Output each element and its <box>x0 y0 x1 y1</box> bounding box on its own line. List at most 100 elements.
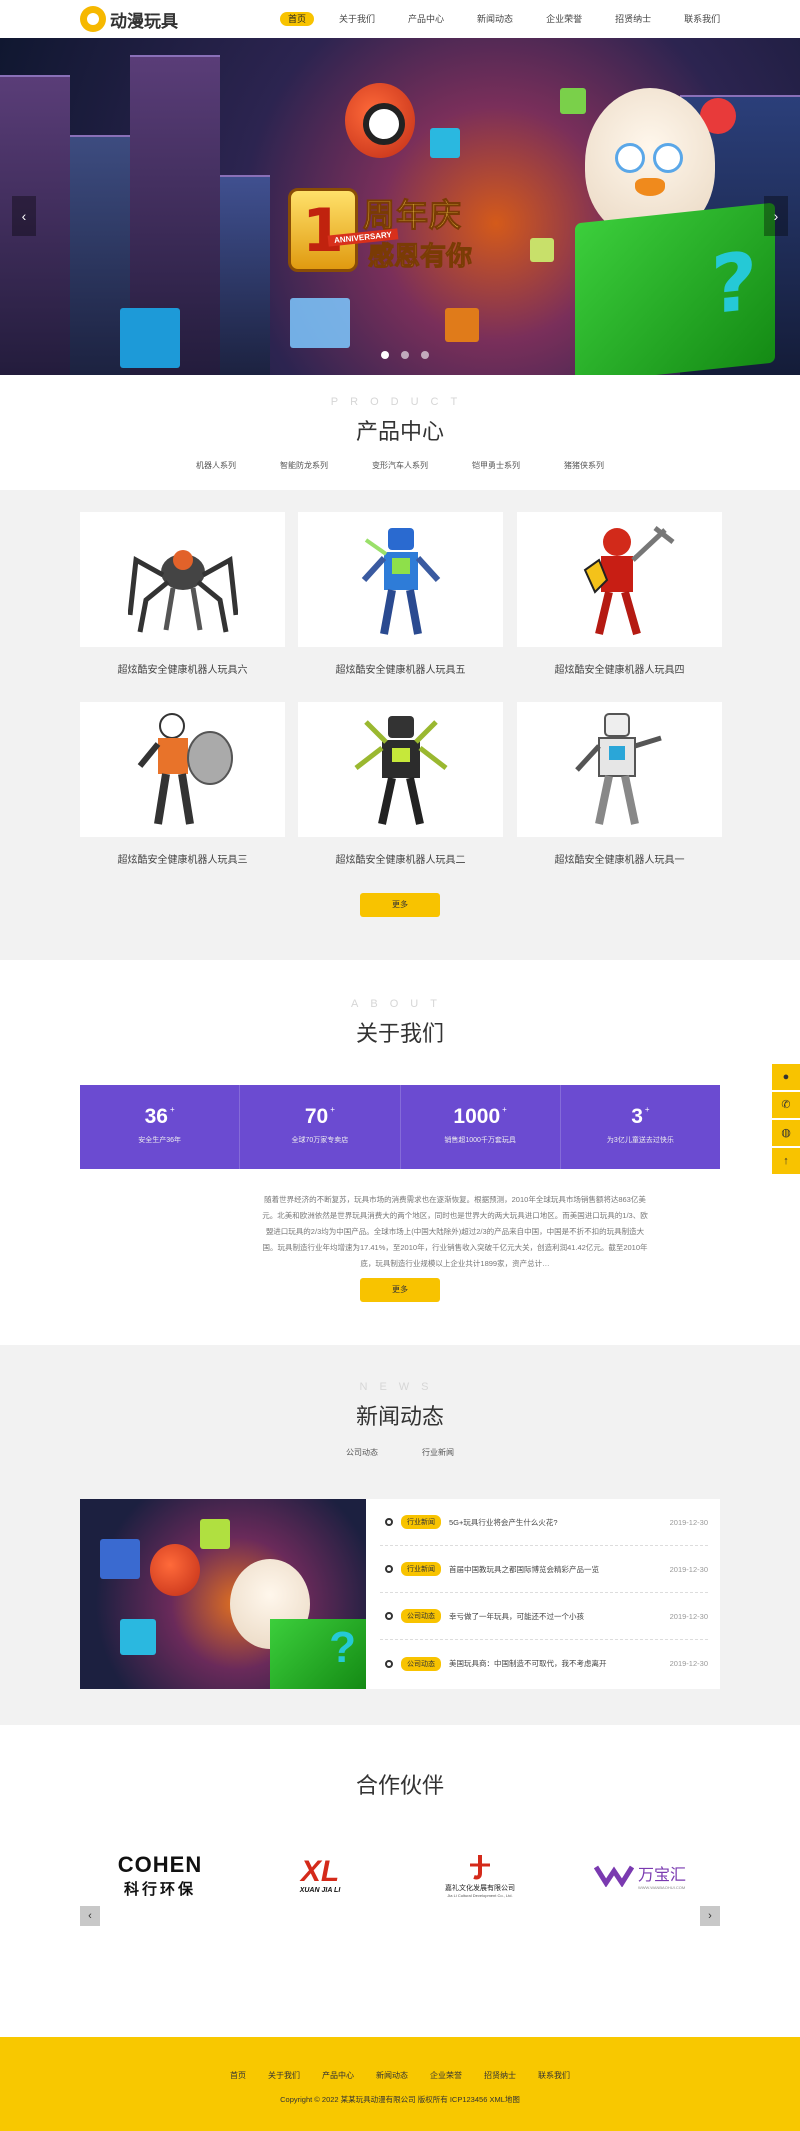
footer-nav-honor[interactable]: 企业荣誉 <box>430 2070 462 2081</box>
partner-name: COHEN <box>117 1851 203 1877</box>
nav-about[interactable]: 关于我们 <box>331 12 383 26</box>
news-list-item[interactable]: 公司动态 幸亏做了一年玩具，可能还不过一个小孩 2019-12-30 <box>380 1593 708 1640</box>
bullet-icon <box>385 1518 393 1526</box>
phone-icon[interactable]: ✆ <box>772 1092 800 1118</box>
qq-icon[interactable]: ● <box>772 1064 800 1090</box>
banner-dot[interactable] <box>381 351 389 359</box>
bullet-icon <box>385 1565 393 1573</box>
nav-contact[interactable]: 联系我们 <box>676 12 728 26</box>
stat-suffix: + <box>169 1105 175 1114</box>
news-title[interactable]: 5G+玩具行业将会产生什么火花? <box>449 1517 662 1528</box>
logo[interactable]: 动漫玩具 <box>80 5 178 33</box>
stat-suffix: + <box>502 1105 507 1114</box>
cube-shape <box>120 1619 156 1655</box>
tab-robot-series[interactable]: 机器人系列 <box>196 460 236 471</box>
nav-products[interactable]: 产品中心 <box>400 12 452 26</box>
product-title[interactable]: 超炫酷安全健康机器人玩具一 <box>517 851 722 866</box>
product-image <box>517 512 722 647</box>
footer-nav-products[interactable]: 产品中心 <box>322 2070 354 2081</box>
news-section-title: 新闻动态 <box>355 1404 444 1429</box>
tab-dragon-series[interactable]: 智能防龙系列 <box>280 460 328 471</box>
cube-shape <box>100 1539 140 1579</box>
stat-label: 安全生产36年 <box>138 1137 182 1144</box>
footer-nav-news[interactable]: 新闻动态 <box>376 2070 408 2081</box>
footer-nav-home[interactable]: 首页 <box>230 2070 246 2081</box>
product-title[interactable]: 超炫酷安全健康机器人玩具四 <box>517 661 722 676</box>
side-float-toolbar: ● ✆ ◍ ↑ <box>772 1064 800 1176</box>
bullet-icon <box>385 1659 393 1668</box>
news-title[interactable]: 首届中国教玩具之都国际博览会精彩产品一览 <box>449 1564 662 1575</box>
footer-nav-about[interactable]: 关于我们 <box>268 2070 300 2081</box>
partner-logo-jiali[interactable]: 嘉礼文化发展有限公司 Jia Li Cultural Development C… <box>420 1840 540 1910</box>
footer-nav-jobs[interactable]: 招贤纳士 <box>484 2070 516 2081</box>
banner-dot[interactable] <box>401 351 409 359</box>
partner-logo-xuanjiali[interactable]: XL XUAN JIA LI <box>260 1840 380 1910</box>
footer-nav-contact[interactable]: 联系我们 <box>538 2070 570 2081</box>
partner-prev-arrow-icon[interactable]: ‹ <box>80 1906 100 1926</box>
about-section-en: ABOUT <box>351 998 449 1010</box>
stat-label: 为3亿儿童送去过快乐 <box>606 1137 674 1144</box>
news-section-en: NEWS <box>359 1381 441 1393</box>
beak-shape <box>635 178 665 196</box>
product-card[interactable]: 超炫酷安全健康机器人玩具四 <box>517 512 722 676</box>
about-section-title: 关于我们 <box>355 1021 444 1046</box>
tab-company-news[interactable]: 公司动态 <box>346 1447 378 1458</box>
banner-prev-arrow-icon[interactable]: ‹ <box>12 196 36 236</box>
anniversary-number: 1 <box>288 188 358 272</box>
stat-item: 70 + 全球70万家专卖店 <box>240 1085 401 1169</box>
logo-text: 动漫玩具 <box>110 11 178 32</box>
tab-pig-series[interactable]: 猪猪侠系列 <box>564 460 604 471</box>
product-title[interactable]: 超炫酷安全健康机器人玩具五 <box>298 661 503 676</box>
back-to-top-icon[interactable]: ↑ <box>772 1148 800 1174</box>
question-mark-icon: ? <box>710 234 757 333</box>
partner-logo-cohen[interactable]: COHEN 科行环保 <box>100 1840 220 1910</box>
product-card[interactable]: 超炫酷安全健康机器人玩具一 <box>517 702 722 866</box>
product-title[interactable]: 超炫酷安全健康机器人玩具二 <box>298 851 503 866</box>
product-card[interactable]: 超炫酷安全健康机器人玩具五 <box>298 512 503 676</box>
tab-armor-series[interactable]: 铠甲勇士系列 <box>472 460 520 471</box>
partners-section-title: 合作伙伴 <box>355 1773 444 1798</box>
news-list-item[interactable]: 行业新闻 5G+玩具行业将会产生什么火花? 2019-12-30 <box>380 1499 708 1546</box>
product-title[interactable]: 超炫酷安全健康机器人玩具六 <box>80 661 285 676</box>
nav-news[interactable]: 新闻动态 <box>469 12 521 26</box>
jiali-logo-icon <box>470 1854 490 1879</box>
logo-icon <box>80 6 106 32</box>
cube-shape <box>120 308 180 368</box>
partner-carousel: COHEN 科行环保 XL XUAN JIA LI 嘉礼文化发展有限公司 Jia… <box>80 1840 720 1910</box>
cube-shape <box>445 308 479 342</box>
news-list-item[interactable]: 公司动态 美国玩具商：中国制造不可取代，我不考虑离开 2019-12-30 <box>380 1640 708 1687</box>
site-header: 动漫玩具 首页 关于我们 产品中心 新闻动态 企业荣誉 招贤纳士 联系我们 <box>0 0 800 38</box>
nav-jobs[interactable]: 招贤纳士 <box>607 12 659 26</box>
orange-robot-image <box>137 712 233 825</box>
product-card[interactable]: 超炫酷安全健康机器人玩具六 <box>80 512 285 676</box>
product-card[interactable]: 超炫酷安全健康机器人玩具二 <box>298 702 503 866</box>
news-tag: 公司动态 <box>401 1609 441 1623</box>
banner-dot[interactable] <box>421 351 429 359</box>
news-title[interactable]: 幸亏做了一年玩具，可能还不过一个小孩 <box>449 1611 662 1622</box>
banner-next-arrow-icon[interactable]: › <box>764 196 788 236</box>
news-feature-image[interactable]: ? <box>80 1499 366 1689</box>
stat-label: 销售超1000千万套玩具 <box>444 1137 516 1144</box>
hero-banner[interactable]: ? 1 周年庆 ANNIVERSARY 感恩有你 ‹ › <box>0 38 800 375</box>
product-image <box>517 702 722 837</box>
footer-nav: 首页 关于我们 产品中心 新闻动态 企业荣誉 招贤纳士 联系我们 <box>0 2070 800 2081</box>
tab-transformer-series[interactable]: 变形汽车人系列 <box>372 460 428 471</box>
site-footer: 首页 关于我们 产品中心 新闻动态 企业荣誉 招贤纳士 联系我们 Copyrig… <box>0 2037 800 2131</box>
nav-home[interactable]: 首页 <box>280 12 315 26</box>
product-more-button[interactable]: 更多 <box>360 893 440 917</box>
partner-name: 万宝汇 <box>637 1866 686 1884</box>
product-category-tabs: 机器人系列 智能防龙系列 变形汽车人系列 铠甲勇士系列 猪猪侠系列 <box>0 460 800 471</box>
about-more-button[interactable]: 更多 <box>360 1278 440 1302</box>
news-title[interactable]: 美国玩具商：中国制造不可取代，我不考虑离开 <box>449 1658 662 1669</box>
product-card[interactable]: 超炫酷安全健康机器人玩具三 <box>80 702 285 866</box>
partner-logo-wanbaohui[interactable]: 万宝汇 WWW.WANBAOHUI.COM <box>580 1840 700 1910</box>
nav-honor[interactable]: 企业荣誉 <box>538 12 590 26</box>
wechat-icon[interactable]: ◍ <box>772 1120 800 1146</box>
news-list-item[interactable]: 行业新闻 首届中国教玩具之都国际博览会精彩产品一览 2019-12-30 <box>380 1546 708 1593</box>
product-title[interactable]: 超炫酷安全健康机器人玩具三 <box>80 851 285 866</box>
stat-label: 全球70万家专卖店 <box>291 1137 349 1144</box>
tab-industry-news[interactable]: 行业新闻 <box>422 1447 454 1458</box>
cube-shape <box>290 298 350 348</box>
partner-subname: WWW.WANBAOHUI.COM <box>637 1884 686 1890</box>
partner-next-arrow-icon[interactable]: › <box>700 1906 720 1926</box>
